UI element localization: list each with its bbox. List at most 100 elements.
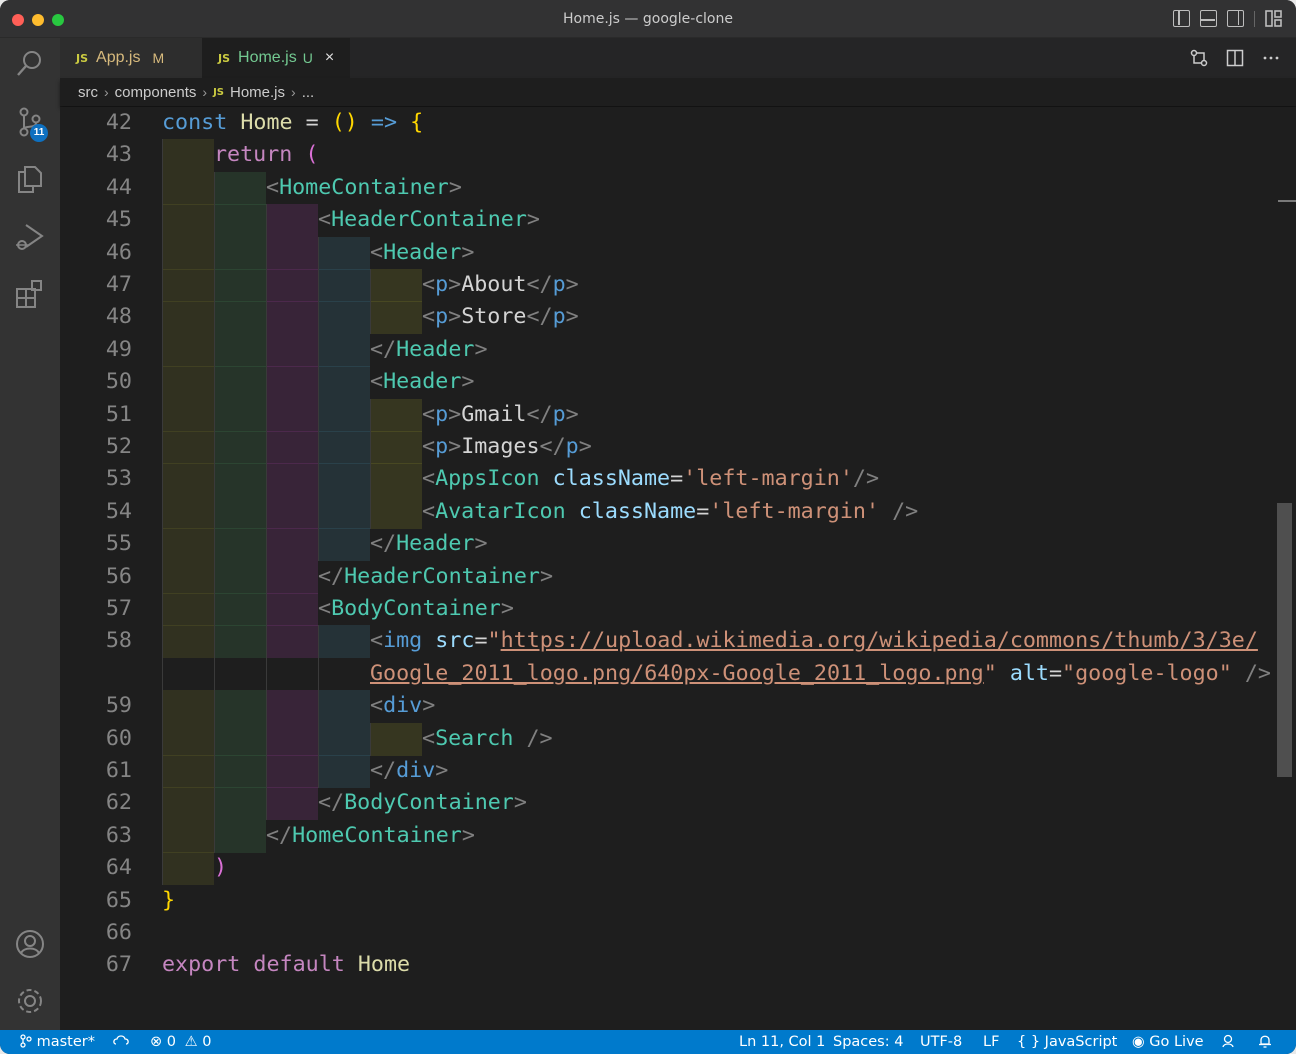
open-changes-icon[interactable]	[1190, 49, 1208, 72]
encoding[interactable]: UTF-8	[920, 1034, 962, 1050]
code-line[interactable]: 61 </div>	[60, 755, 1296, 788]
code-line[interactable]: 62 </BodyContainer>	[60, 787, 1296, 821]
indent-guide-line	[266, 366, 267, 400]
sync-icon[interactable]	[113, 1034, 129, 1052]
indent-guide	[214, 722, 266, 756]
code-token: =>	[357, 110, 411, 135]
code-line[interactable]: 58 <img src="https://upload.wikimedia.org…	[60, 625, 1296, 659]
indent-guide-line	[370, 269, 371, 302]
indent-guide-line	[214, 625, 215, 659]
code-token: </	[526, 401, 553, 427]
tab-home-js[interactable]: JS Home.js U ×	[202, 38, 350, 78]
toggle-secondary-sidebar-icon[interactable]	[1227, 10, 1244, 27]
code-token: "google-logo"	[1062, 660, 1232, 686]
indent-guide-line	[370, 495, 371, 529]
code-line[interactable]: 47 <p>About</p>	[60, 269, 1296, 302]
close-tab-icon[interactable]: ×	[325, 49, 334, 67]
code-token: />	[513, 725, 553, 751]
language-mode[interactable]: { } JavaScript	[1017, 1034, 1117, 1050]
code-text: )	[214, 852, 227, 884]
code-token: HeaderContainer	[331, 207, 527, 233]
code-token: <	[422, 434, 436, 459]
toggle-panel-icon[interactable]	[1200, 10, 1217, 27]
breadcrumb-item[interactable]: components	[115, 84, 197, 101]
code-line[interactable]: 63 </HomeContainer>	[60, 819, 1296, 853]
indent-guide	[318, 301, 370, 335]
code-line[interactable]: 48 <p>Store</p>	[60, 301, 1296, 335]
code-line[interactable]: 65}	[60, 885, 1296, 917]
indent-guide-line	[266, 236, 267, 270]
code-line[interactable]: 53 <AppsIcon className='left-margin'/>	[60, 463, 1296, 497]
indent-guide	[162, 658, 214, 691]
code-line[interactable]: 66	[60, 917, 1296, 949]
tab-app-js[interactable]: JS App.js M	[60, 38, 202, 78]
explorer-icon[interactable]	[14, 163, 46, 195]
code-line[interactable]: 64)	[60, 852, 1296, 886]
indent-guide-line	[214, 366, 215, 400]
indentation[interactable]: Spaces: 4	[833, 1034, 903, 1050]
end-of-line[interactable]: LF	[983, 1034, 999, 1050]
breadcrumb-item[interactable]: src	[78, 84, 98, 101]
code-token: AvatarIcon	[435, 498, 566, 524]
run-debug-icon[interactable]	[14, 221, 46, 253]
tab-git-status: M	[152, 50, 165, 66]
go-live-button[interactable]: ◉ Go Live	[1132, 1034, 1204, 1050]
line-number: 47	[105, 272, 132, 297]
search-icon[interactable]	[14, 48, 46, 80]
code-line[interactable]: 56 </HeaderContainer>	[60, 560, 1296, 594]
breadcrumb-item[interactable]: ...	[302, 84, 315, 101]
code-line[interactable]: 59 <div>	[60, 690, 1296, 724]
code-line[interactable]: 60 <Search />	[60, 722, 1296, 756]
code-text: <p>Store</p>	[422, 301, 579, 333]
indent-guide-line	[318, 333, 319, 367]
code-line[interactable]: 52 <p>Images</p>	[60, 431, 1296, 464]
indent-guide	[162, 755, 214, 788]
layout-controls	[1173, 10, 1282, 27]
line-number: 43	[105, 142, 132, 168]
indent-guide	[266, 236, 318, 270]
extensions-icon[interactable]	[14, 278, 46, 310]
code-line[interactable]: 54 <AvatarIcon className='left-margin' />	[60, 495, 1296, 529]
split-editor-icon[interactable]	[1226, 49, 1244, 72]
code-line[interactable]: 50 <Header>	[60, 366, 1296, 400]
indent-guide-line	[214, 333, 215, 367]
account-icon[interactable]	[14, 928, 46, 960]
indent-guide	[214, 560, 266, 594]
code-line[interactable]: 43 return (	[60, 139, 1296, 173]
code-line[interactable]: 46 <Header>	[60, 236, 1296, 270]
code-token: <	[370, 628, 384, 654]
code-line[interactable]: 55 </Header>	[60, 528, 1296, 562]
code-line[interactable]: 67 export default Home	[60, 949, 1296, 981]
code-token: )	[214, 855, 228, 881]
settings-gear-icon[interactable]	[14, 985, 46, 1017]
indent-guide	[214, 431, 266, 464]
code-line[interactable]: 44 <HomeContainer>	[60, 171, 1296, 205]
code-line[interactable]: 51 <p>Gmail</p>	[60, 398, 1296, 432]
code-line[interactable]: 42 const Home = () => {	[60, 107, 1296, 139]
code-line-wrap[interactable]: Google_2011_logo.png/640px-Google_2011_l…	[60, 657, 1296, 691]
code-line[interactable]: 57 <BodyContainer>	[60, 593, 1296, 626]
code-editor[interactable]: 42 const Home = () => {43 return (44 <HomeC…	[60, 107, 1296, 1030]
code-token: 'left-margin'	[709, 498, 880, 524]
customize-layout-icon[interactable]	[1265, 10, 1282, 27]
toggle-sidebar-icon[interactable]	[1173, 10, 1190, 27]
problems-indicator[interactable]: ⊗ 0 ⚠ 0	[150, 1034, 211, 1050]
code-token: />	[1231, 660, 1271, 686]
indent-guide	[162, 528, 214, 562]
more-actions-icon[interactable]	[1262, 49, 1280, 72]
indent-guide	[214, 755, 266, 788]
breadcrumb-item[interactable]: Home.js	[230, 84, 285, 101]
indent-guide	[162, 593, 214, 626]
indent-guide	[370, 463, 422, 497]
cursor-position[interactable]: Ln 11, Col 1	[739, 1034, 825, 1050]
branch-indicator[interactable]: master*	[20, 1034, 95, 1050]
code-token: p	[435, 272, 449, 297]
indent-guide	[370, 722, 422, 756]
feedback-icon[interactable]	[1222, 1034, 1238, 1052]
code-token: <	[370, 239, 384, 265]
notifications-bell-icon[interactable]	[1258, 1034, 1272, 1052]
indent-guide-line	[266, 333, 267, 367]
code-line[interactable]: 45 <HeaderContainer>	[60, 204, 1296, 238]
code-line[interactable]: 49 </Header>	[60, 333, 1296, 367]
indent-guide-line	[214, 560, 215, 594]
